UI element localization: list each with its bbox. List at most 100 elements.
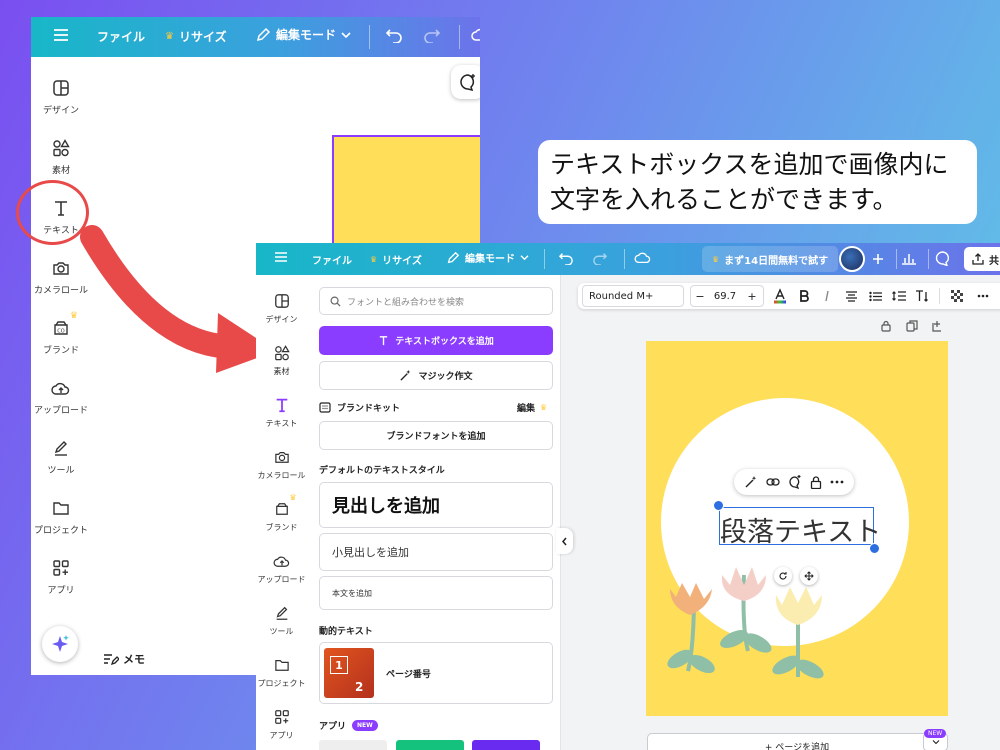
brand-kit-edit-link[interactable]: 編集 ♛ xyxy=(517,401,547,414)
brand-icon: CO ♛ xyxy=(50,311,78,339)
sidebar-item-upload[interactable]: アップロード xyxy=(256,551,307,585)
magic-wand-icon[interactable] xyxy=(744,475,758,489)
italic-icon[interactable] xyxy=(818,283,836,309)
font-size-decrease[interactable]: − xyxy=(692,283,708,309)
link-icon[interactable] xyxy=(766,477,780,487)
file-menu[interactable]: ファイル xyxy=(312,252,352,267)
brand-kit-header: ブランドキット xyxy=(319,401,400,414)
transparency-icon[interactable] xyxy=(946,283,968,309)
collapse-panel-button[interactable] xyxy=(556,528,573,554)
line-spacing-icon[interactable] xyxy=(888,283,910,309)
memo-button[interactable]: メモ xyxy=(103,651,145,667)
magic-sparkle-button[interactable] xyxy=(42,626,78,662)
sidebar-item-tools[interactable]: ツール xyxy=(31,437,91,476)
magic-write-button[interactable]: マジック作文 xyxy=(319,361,553,390)
list-icon[interactable] xyxy=(864,283,886,309)
add-brand-font-button[interactable]: ブランドフォントを追加 xyxy=(319,421,553,450)
hamburger-icon[interactable] xyxy=(53,28,69,42)
move-icon[interactable] xyxy=(800,567,818,585)
sidebar-item-projects[interactable]: プロジェクト xyxy=(256,655,307,689)
new-badge: NEW xyxy=(352,720,378,731)
app-tile[interactable] xyxy=(396,740,464,750)
sidebar-item-design[interactable]: デザイン xyxy=(31,77,91,116)
callout-line-1: テキストボックスを追加で画像内に xyxy=(550,150,949,179)
pencil-icon xyxy=(447,251,460,263)
sidebar-item-design[interactable]: デザイン xyxy=(256,291,307,325)
design-page[interactable]: 段落テキスト xyxy=(646,341,948,716)
text-panel: フォントと組み合わせを検索 テキストボックスを追加 マジック作文 ブランドキット… xyxy=(307,275,561,750)
sidebar: デザイン 素材 テキスト カメラロール ♛ ブランド アップロード ツール プロ xyxy=(256,275,307,750)
sidebar-item-text[interactable]: テキスト xyxy=(256,395,307,429)
page-number-card[interactable]: 1 2 ページ番号 xyxy=(319,642,553,704)
apps-icon xyxy=(272,707,292,727)
page-number-label: ページ番号 xyxy=(386,670,431,680)
divider xyxy=(896,249,897,269)
more-icon[interactable] xyxy=(830,480,844,484)
crown-icon: ♛ xyxy=(69,311,78,321)
add-people-icon[interactable] xyxy=(867,248,889,270)
edit-mode-dropdown[interactable]: 編集モード xyxy=(255,26,351,43)
free-trial-button[interactable]: ♛ まず14日間無料で試す xyxy=(702,246,839,272)
comment-add-icon[interactable] xyxy=(451,65,480,99)
add-textbox-button[interactable]: テキストボックスを追加 xyxy=(319,326,553,355)
sidebar-item-projects[interactable]: プロジェクト xyxy=(31,497,91,536)
sidebar-item-brand[interactable]: ♛ ブランド xyxy=(256,493,307,533)
resize-handle[interactable] xyxy=(869,543,880,554)
floating-text-toolbar xyxy=(734,469,854,495)
file-menu[interactable]: ファイル xyxy=(97,28,145,45)
sidebar-item-tools[interactable]: ツール xyxy=(256,603,307,637)
font-size-value[interactable]: 69.7 xyxy=(710,283,740,309)
font-search-input[interactable]: フォントと組み合わせを検索 xyxy=(319,287,553,315)
undo-icon[interactable] xyxy=(558,251,574,265)
cloud-icon[interactable] xyxy=(471,27,480,43)
paragraph-text: 段落テキスト xyxy=(720,517,882,548)
lock-icon[interactable] xyxy=(810,475,822,489)
redo-icon[interactable] xyxy=(592,251,608,265)
add-page-icon[interactable] xyxy=(932,320,944,332)
text-format-toolbar: Rounded M+ − 69.7 + xyxy=(578,283,1000,309)
hamburger-icon[interactable] xyxy=(274,251,288,263)
pencil-icon xyxy=(256,27,271,41)
redo-icon[interactable] xyxy=(423,27,441,43)
add-page-button[interactable]: + ページを追加 xyxy=(647,733,947,750)
lock-page-icon[interactable] xyxy=(880,320,892,332)
text-icon xyxy=(380,336,388,346)
avatar[interactable] xyxy=(839,246,865,272)
comment-add-icon[interactable] xyxy=(788,475,802,489)
insights-icon[interactable] xyxy=(901,251,917,265)
sidebar-item-apps[interactable]: アプリ xyxy=(31,557,91,596)
font-size-increase[interactable]: + xyxy=(744,283,760,309)
undo-icon[interactable] xyxy=(385,27,403,43)
selected-textbox[interactable]: 段落テキスト xyxy=(719,507,881,548)
sidebar-item-elements[interactable]: 素材 xyxy=(31,137,91,176)
sidebar-item-apps[interactable]: アプリ xyxy=(256,707,307,741)
edit-mode-dropdown[interactable]: 編集モード xyxy=(446,250,529,265)
text-direction-icon[interactable] xyxy=(912,283,934,309)
bold-icon[interactable] xyxy=(795,283,813,309)
sidebar-item-upload[interactable]: アップロード xyxy=(31,377,91,416)
font-family-select[interactable]: Rounded M+ xyxy=(582,285,684,307)
callout-box: テキストボックスを追加で画像内に 文字を入れることができます。 xyxy=(538,140,977,224)
default-styles-header: デフォルトのテキストスタイル xyxy=(319,466,445,476)
share-button[interactable]: 共 xyxy=(964,247,1000,271)
text-color-icon[interactable] xyxy=(770,283,790,309)
more-icon[interactable] xyxy=(972,283,994,309)
sidebar-item-camera-roll[interactable]: カメラロール xyxy=(256,447,307,481)
add-body-text-button[interactable]: 本文を追加 xyxy=(319,576,553,610)
resize-button[interactable]: ♛ リサイズ xyxy=(165,28,227,45)
duplicate-page-icon[interactable] xyxy=(906,320,918,332)
new-badge: NEW xyxy=(924,729,947,738)
app-tile[interactable] xyxy=(472,740,540,750)
divider xyxy=(459,25,460,49)
camera-icon xyxy=(272,447,292,467)
add-heading-button[interactable]: 見出しを追加 xyxy=(319,482,553,528)
align-center-icon[interactable] xyxy=(840,283,862,309)
app-tile[interactable] xyxy=(319,740,387,750)
comment-icon[interactable] xyxy=(935,251,951,266)
add-subheading-button[interactable]: 小見出しを追加 xyxy=(319,533,553,571)
sidebar-item-elements[interactable]: 素材 xyxy=(256,343,307,377)
resize-button[interactable]: ♛ リサイズ xyxy=(370,252,422,267)
rotate-icon[interactable] xyxy=(774,567,792,585)
resize-handle[interactable] xyxy=(713,500,724,511)
cloud-icon[interactable] xyxy=(634,251,652,265)
